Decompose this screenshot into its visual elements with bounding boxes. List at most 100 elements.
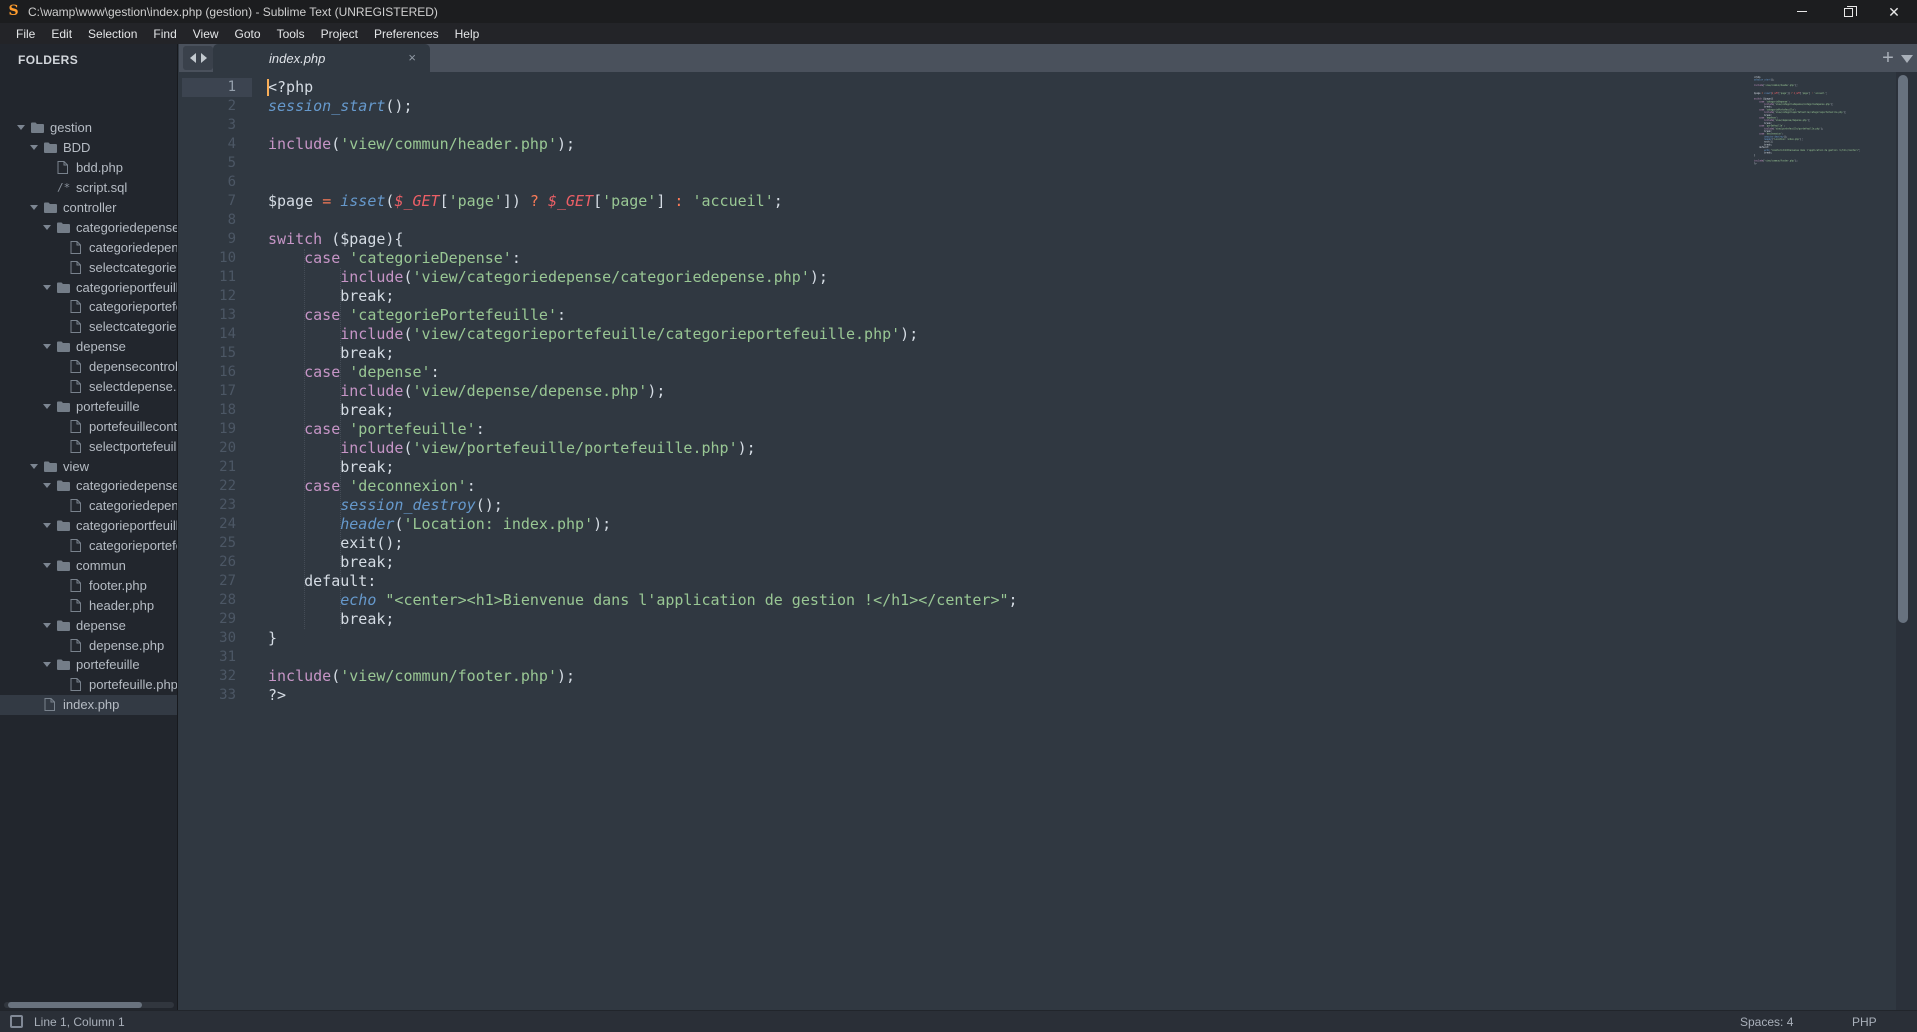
status-syntax[interactable]: PHP	[1852, 1015, 1877, 1029]
tree-folder-depense[interactable]: depense	[0, 615, 178, 635]
minimap[interactable]: <?phpsession_start();include('view/commu…	[1754, 76, 1870, 165]
code-editor[interactable]: 1234567891011121314151617181920212223242…	[179, 72, 1917, 1010]
code-line-4[interactable]: include('view/commun/header.php');	[268, 135, 1018, 154]
code-line-22[interactable]: case 'deconnexion':	[268, 477, 1018, 496]
code-line-27[interactable]: default:	[268, 572, 1018, 591]
code-line-20[interactable]: include('view/portefeuille/portefeuille.…	[268, 439, 1018, 458]
menu-edit[interactable]: Edit	[43, 25, 80, 43]
tree-file-index.php[interactable]: index.php	[0, 695, 178, 715]
tree-folder-controller[interactable]: controller	[0, 198, 178, 218]
tree-folder-portefeuille[interactable]: portefeuille	[0, 655, 178, 675]
tree-file-bdd.php[interactable]: bdd.php	[0, 158, 178, 178]
menu-selection[interactable]: Selection	[80, 25, 145, 43]
code-line-33[interactable]: ?>	[1754, 162, 1870, 165]
code-line-14[interactable]: include('view/categorieportefeuille/cate…	[268, 325, 1018, 344]
expand-triangle-icon[interactable]	[30, 205, 44, 210]
expand-triangle-icon[interactable]	[43, 662, 57, 667]
code-line-29[interactable]: break;	[268, 610, 1018, 629]
tree-folder-depense[interactable]: depense	[0, 337, 178, 357]
minimize-button[interactable]	[1779, 0, 1825, 23]
tree-folder-view[interactable]: view	[0, 456, 178, 476]
expand-triangle-icon[interactable]	[43, 225, 57, 230]
code-line-23[interactable]: session_destroy();	[268, 496, 1018, 515]
tree-folder-commun[interactable]: commun	[0, 556, 178, 576]
tree-file-header.php[interactable]: header.php	[0, 595, 178, 615]
code-line-9[interactable]: switch ($page){	[268, 230, 1018, 249]
menu-project[interactable]: Project	[313, 25, 366, 43]
menu-goto[interactable]: Goto	[227, 25, 269, 43]
menu-file[interactable]: File	[8, 25, 43, 43]
tree-file-categoriedepense.php[interactable]: categoriedepense.php	[0, 237, 178, 257]
tree-folder-categorieportfeuille[interactable]: categorieportfeuille	[0, 277, 178, 297]
restore-button[interactable]	[1825, 0, 1871, 23]
code-line-24[interactable]: header('Location: index.php');	[268, 515, 1018, 534]
expand-triangle-icon[interactable]	[43, 483, 57, 488]
tree-folder-categoriedepense[interactable]: categoriedepense	[0, 476, 178, 496]
expand-triangle-icon[interactable]	[30, 145, 44, 150]
tree-file-categoriedepense.php[interactable]: categoriedepense.php	[0, 496, 178, 516]
tree-file-categorieportefeuille.php[interactable]: categorieportefeuille.php	[0, 297, 178, 317]
tree-folder-portefeuille[interactable]: portefeuille	[0, 396, 178, 416]
tree-file-portefeuillecontroller.php[interactable]: portefeuillecontroller.php	[0, 416, 178, 436]
tab-overflow-icon[interactable]	[1901, 55, 1913, 63]
tree-file-script.sql[interactable]: /*script.sql	[0, 178, 178, 198]
code-line-11[interactable]: include('view/categoriedepense/categorie…	[268, 268, 1018, 287]
code-line-3[interactable]	[268, 116, 1018, 135]
menu-preferences[interactable]: Preferences	[366, 25, 447, 43]
expand-triangle-icon[interactable]	[43, 285, 57, 290]
code-line-2[interactable]: session_start();	[268, 97, 1018, 116]
tree-file-selectcategoriedepense.php[interactable]: selectcategoriedepense.php	[0, 257, 178, 277]
code-line-31[interactable]	[268, 648, 1018, 667]
tree-folder-bdd[interactable]: BDD	[0, 138, 178, 158]
code-line-26[interactable]: break;	[268, 553, 1018, 572]
code-line-21[interactable]: break;	[268, 458, 1018, 477]
code-line-32[interactable]: include('view/commun/footer.php');	[268, 667, 1018, 686]
code-line-18[interactable]: break;	[268, 401, 1018, 420]
code-line-1[interactable]: <?php	[268, 78, 1018, 97]
expand-triangle-icon[interactable]	[43, 563, 57, 568]
menu-view[interactable]: View	[185, 25, 227, 43]
code-line-5[interactable]	[268, 154, 1018, 173]
sidebar-hscrollbar-thumb[interactable]	[8, 1002, 142, 1008]
menu-help[interactable]: Help	[447, 25, 488, 43]
status-panel-icon[interactable]	[10, 1015, 23, 1028]
close-button[interactable]: ✕	[1871, 0, 1917, 23]
expand-triangle-icon[interactable]	[30, 464, 44, 469]
tree-file-depensecontroller.php[interactable]: depensecontroller.php	[0, 357, 178, 377]
expand-triangle-icon[interactable]	[43, 623, 57, 628]
expand-triangle-icon[interactable]	[43, 344, 57, 349]
expand-triangle-icon[interactable]	[43, 404, 57, 409]
code-line-30[interactable]: }	[268, 629, 1018, 648]
code-line-6[interactable]	[268, 173, 1018, 192]
code-line-10[interactable]: case 'categorieDepense':	[268, 249, 1018, 268]
tree-file-depense.php[interactable]: depense.php	[0, 635, 178, 655]
code-line-16[interactable]: case 'depense':	[268, 363, 1018, 382]
code-line-15[interactable]: break;	[268, 344, 1018, 363]
code-line-19[interactable]: case 'portefeuille':	[268, 420, 1018, 439]
tab-index-php[interactable]: index.php ×	[213, 44, 430, 72]
code-line-33[interactable]: ?>	[268, 686, 1018, 705]
code-line-25[interactable]: exit();	[268, 534, 1018, 553]
editor-vscrollbar-thumb[interactable]	[1898, 75, 1908, 623]
code-line-17[interactable]: include('view/depense/depense.php');	[268, 382, 1018, 401]
new-tab-button[interactable]: +	[1879, 47, 1897, 69]
code-line-7[interactable]: $page = isset($_GET['page']) ? $_GET['pa…	[268, 192, 1018, 211]
expand-triangle-icon[interactable]	[17, 125, 31, 130]
tab-nav-arrows[interactable]	[183, 46, 213, 70]
tree-folder-gestion[interactable]: gestion	[0, 118, 178, 138]
menu-find[interactable]: Find	[145, 25, 184, 43]
code-line-12[interactable]: break;	[268, 287, 1018, 306]
tree-file-categorieportefeuille.php[interactable]: categorieportefeuille.php	[0, 536, 178, 556]
tree-file-footer.php[interactable]: footer.php	[0, 575, 178, 595]
tab-close-icon[interactable]: ×	[408, 50, 416, 65]
tree-file-selectdepense.php[interactable]: selectdepense.php	[0, 377, 178, 397]
code-line-8[interactable]	[268, 211, 1018, 230]
tree-file-selectportefeuille.php[interactable]: selectportefeuille.php	[0, 436, 178, 456]
code-line-28[interactable]: echo "<center><h1>Bienvenue dans l'appli…	[268, 591, 1018, 610]
tree-folder-categoriedepense[interactable]: categoriedepense	[0, 217, 178, 237]
tree-file-selectcategorieportefeuille.php[interactable]: selectcategorieportefeuille.php	[0, 317, 178, 337]
tree-folder-categorieportfeuille[interactable]: categorieportfeuille	[0, 516, 178, 536]
expand-triangle-icon[interactable]	[43, 523, 57, 528]
menu-tools[interactable]: Tools	[269, 25, 313, 43]
status-indentation[interactable]: Spaces: 4	[1740, 1015, 1793, 1029]
